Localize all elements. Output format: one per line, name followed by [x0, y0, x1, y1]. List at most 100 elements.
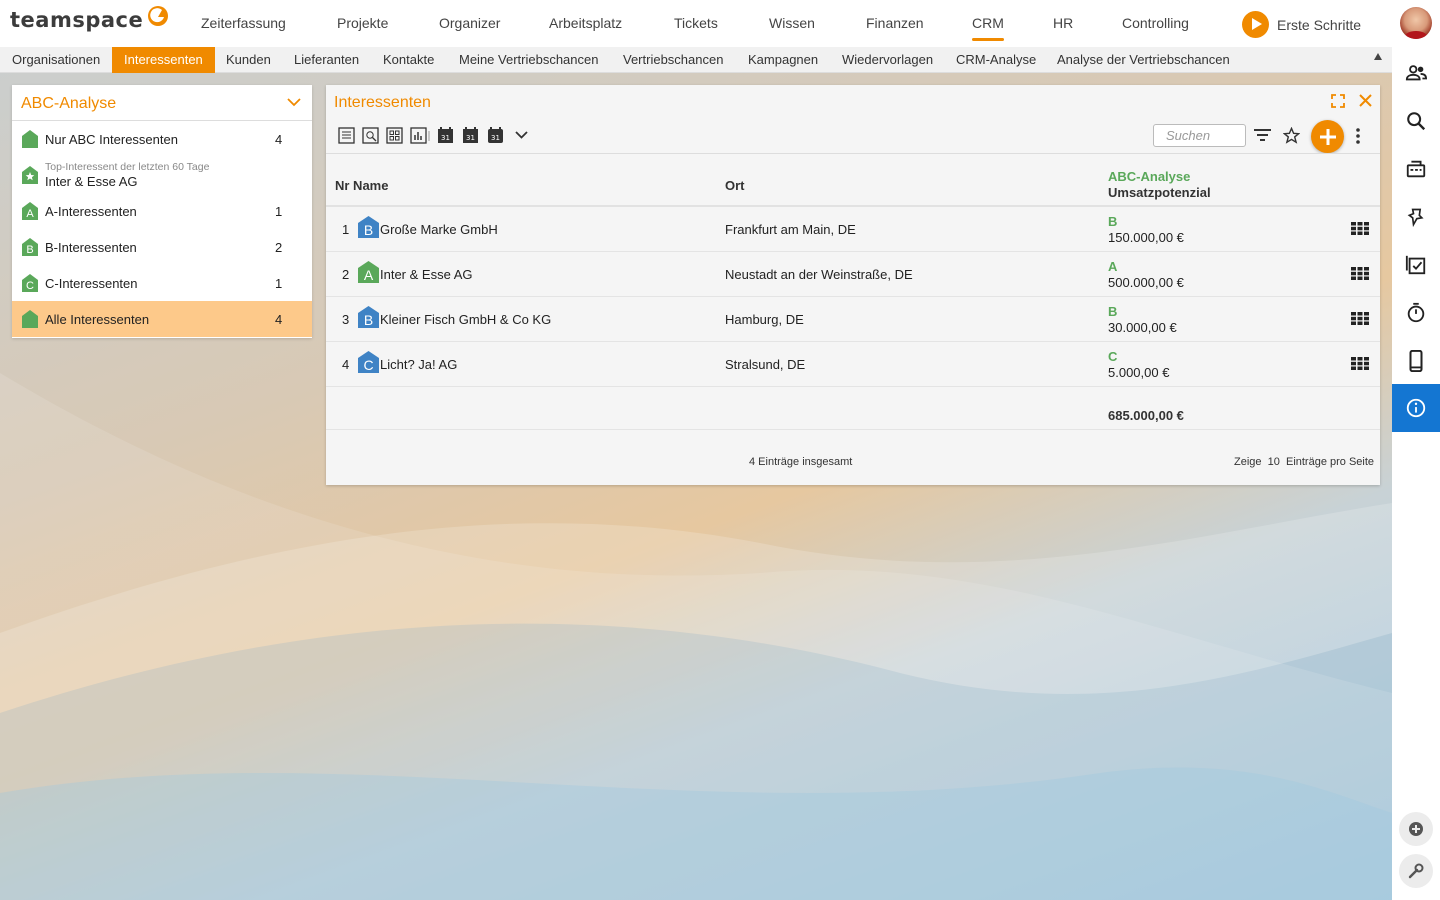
calendar-day-icon[interactable]: 31 — [437, 127, 454, 144]
grid-menu-icon[interactable] — [1351, 222, 1369, 238]
chart-view-icon[interactable] — [410, 127, 432, 144]
nav-item-controlling[interactable]: Controlling — [1122, 15, 1189, 31]
abc-item-count: 1 — [275, 203, 283, 219]
nav-item-organizer[interactable]: Organizer — [439, 15, 500, 31]
search-icon[interactable] — [1392, 97, 1440, 145]
tile-view-icon[interactable] — [386, 127, 403, 144]
col-ort[interactable]: Ort — [725, 178, 745, 193]
total-amount: 685.000,00 € — [1108, 408, 1184, 423]
add-button[interactable] — [1311, 120, 1344, 153]
entries-per-page[interactable]: Zeige 10 Einträge pro Seite — [1234, 456, 1374, 468]
col-nr-name[interactable]: Nr Name — [335, 178, 388, 193]
wrench-icon[interactable] — [1399, 854, 1433, 888]
grid-menu-icon[interactable] — [1351, 357, 1369, 373]
row-name[interactable]: Große Marke GmbH — [380, 222, 498, 237]
svg-text:31: 31 — [441, 134, 450, 142]
nav-item-arbeitsplatz[interactable]: Arbeitsplatz — [549, 15, 622, 31]
row-amount: 150.000,00 € — [1108, 230, 1184, 245]
svg-text:B: B — [364, 312, 373, 328]
row-amount: 500.000,00 € — [1108, 275, 1184, 290]
table-row[interactable]: 1 B Große Marke GmbH Frankfurt am Main, DE B… — [326, 207, 1380, 252]
abc-list-item[interactable]: C C-Interessenten 1 — [12, 265, 312, 301]
search-input[interactable]: Suchen — [1153, 124, 1246, 147]
pin-icon[interactable] — [1392, 193, 1440, 241]
table-row[interactable]: 3 B Kleiner Fisch GmbH & Co KG Hamburg, DE B… — [326, 297, 1380, 342]
nav-item-zeiterfassung[interactable]: Zeiterfassung — [201, 15, 286, 31]
grade-b-house-icon: B — [358, 216, 379, 241]
abc-item-sublabel: Top-Interessent der letzten 60 Tage — [45, 161, 210, 173]
nav-item-tickets[interactable]: Tickets — [674, 15, 718, 31]
top-navigation: teamspace Zeiterfassung Projekte Organizer… — [0, 0, 1440, 47]
mobile-icon[interactable] — [1392, 337, 1440, 385]
nav-item-finanzen[interactable]: Finanzen — [866, 15, 924, 31]
row-grade: B — [1108, 214, 1118, 229]
abc-list-item[interactable]: A A-Interessenten 1 — [12, 193, 312, 229]
abc-item-count: 4 — [275, 311, 283, 327]
nav-item-crm[interactable]: CRM — [972, 15, 1004, 41]
collapse-up-icon[interactable] — [1374, 53, 1382, 60]
calendar-month-icon[interactable]: 31 — [487, 127, 504, 144]
abc-item-label: A-Interessenten — [45, 203, 137, 219]
table-row[interactable]: 2 A Inter & Esse AG Neustadt an der Weinstr… — [326, 252, 1380, 297]
chevron-down-icon[interactable] — [287, 98, 301, 107]
avatar[interactable] — [1400, 7, 1432, 39]
teamspace-logo[interactable]: teamspace — [10, 6, 169, 32]
row-nr: 3 — [342, 312, 350, 327]
info-icon[interactable] — [1392, 384, 1440, 432]
abc-list-item[interactable]: B B-Interessenten 2 — [12, 229, 312, 265]
calendar-week-icon[interactable]: 31 — [462, 127, 479, 144]
inbox-icon[interactable] — [1392, 145, 1440, 193]
logo-mark-icon — [148, 6, 169, 26]
people-icon[interactable] — [1392, 49, 1440, 97]
subnav-item-kontakte[interactable]: Kontakte — [371, 47, 446, 73]
subnav-item-lieferanten[interactable]: Lieferanten — [282, 47, 371, 73]
row-name[interactable]: Kleiner Fisch GmbH & Co KG — [380, 312, 551, 327]
row-ort: Stralsund, DE — [725, 357, 806, 372]
subnav-item-meine-vertriebschancen[interactable]: Meine Vertriebschancen — [447, 47, 610, 73]
row-nr: 2 — [342, 267, 350, 282]
expand-icon[interactable] — [1331, 94, 1345, 108]
abc-list-item[interactable]: Nur ABC Interessenten 4 — [12, 121, 312, 157]
chevron-down-icon[interactable] — [515, 127, 528, 144]
subnav-item-kunden[interactable]: Kunden — [214, 47, 283, 73]
detail-view-icon[interactable] — [362, 127, 379, 144]
close-icon[interactable] — [1358, 93, 1373, 108]
more-vert-icon[interactable] — [1355, 128, 1361, 144]
list-view-icon[interactable] — [338, 127, 355, 144]
col-umsatzpotenzial[interactable]: Umsatzpotenzial — [1108, 185, 1211, 200]
subnav-item-crm-analyse[interactable]: CRM-Analyse — [944, 47, 1048, 73]
col-abc-analyse[interactable]: ABC-Analyse — [1108, 169, 1190, 184]
subnav-item-organisationen[interactable]: Organisationen — [0, 47, 112, 73]
subnav-item-interessenten[interactable]: Interessenten — [112, 47, 215, 73]
svg-text:A: A — [26, 208, 34, 220]
subnav-item-kampagnen[interactable]: Kampagnen — [736, 47, 830, 73]
nav-item-projekte[interactable]: Projekte — [337, 15, 388, 31]
abc-panel-header[interactable]: ABC-Analyse — [12, 85, 312, 121]
nav-item-hr[interactable]: HR — [1053, 15, 1073, 31]
filter-icon[interactable] — [1253, 128, 1272, 142]
abc-list-item[interactable]: Alle Interessenten 4 — [12, 301, 312, 337]
subnav-item-wiedervorlagen[interactable]: Wiedervorlagen — [830, 47, 945, 73]
row-ort: Neustadt an der Weinstraße, DE — [725, 267, 913, 282]
grid-menu-icon[interactable] — [1351, 267, 1369, 283]
abc-analysis-panel: ABC-Analyse Nur ABC Interessenten 4 Top-In… — [12, 85, 312, 338]
abc-item-label: B-Interessenten — [45, 239, 137, 255]
row-ort: Hamburg, DE — [725, 312, 804, 327]
timer-icon[interactable] — [1392, 289, 1440, 337]
row-name[interactable]: Licht? Ja! AG — [380, 357, 457, 372]
star-icon[interactable] — [1283, 127, 1300, 144]
abc-item-label: C-Interessenten — [45, 275, 138, 291]
subnav-item-vertriebschancen[interactable]: Vertriebschancen — [611, 47, 735, 73]
svg-text:B: B — [26, 244, 33, 256]
nav-item-wissen[interactable]: Wissen — [769, 15, 815, 31]
add-circle-icon[interactable] — [1399, 812, 1433, 846]
row-amount: 30.000,00 € — [1108, 320, 1177, 335]
row-name[interactable]: Inter & Esse AG — [380, 267, 473, 282]
tasks-icon[interactable] — [1392, 241, 1440, 289]
abc-list-item[interactable]: Top-Interessent der letzten 60 Tage Inter… — [12, 157, 312, 193]
grade-a-house-icon: A — [358, 261, 379, 286]
table-row[interactable]: 4 C Licht? Ja! AG Stralsund, DE C 5.000,00 € — [326, 342, 1380, 387]
erste-schritte-button[interactable]: Erste Schritte — [1242, 11, 1361, 38]
subnav-item-analyse-der-vertriebschancen[interactable]: Analyse der Vertriebschancen — [1045, 47, 1242, 73]
grid-menu-icon[interactable] — [1351, 312, 1369, 328]
